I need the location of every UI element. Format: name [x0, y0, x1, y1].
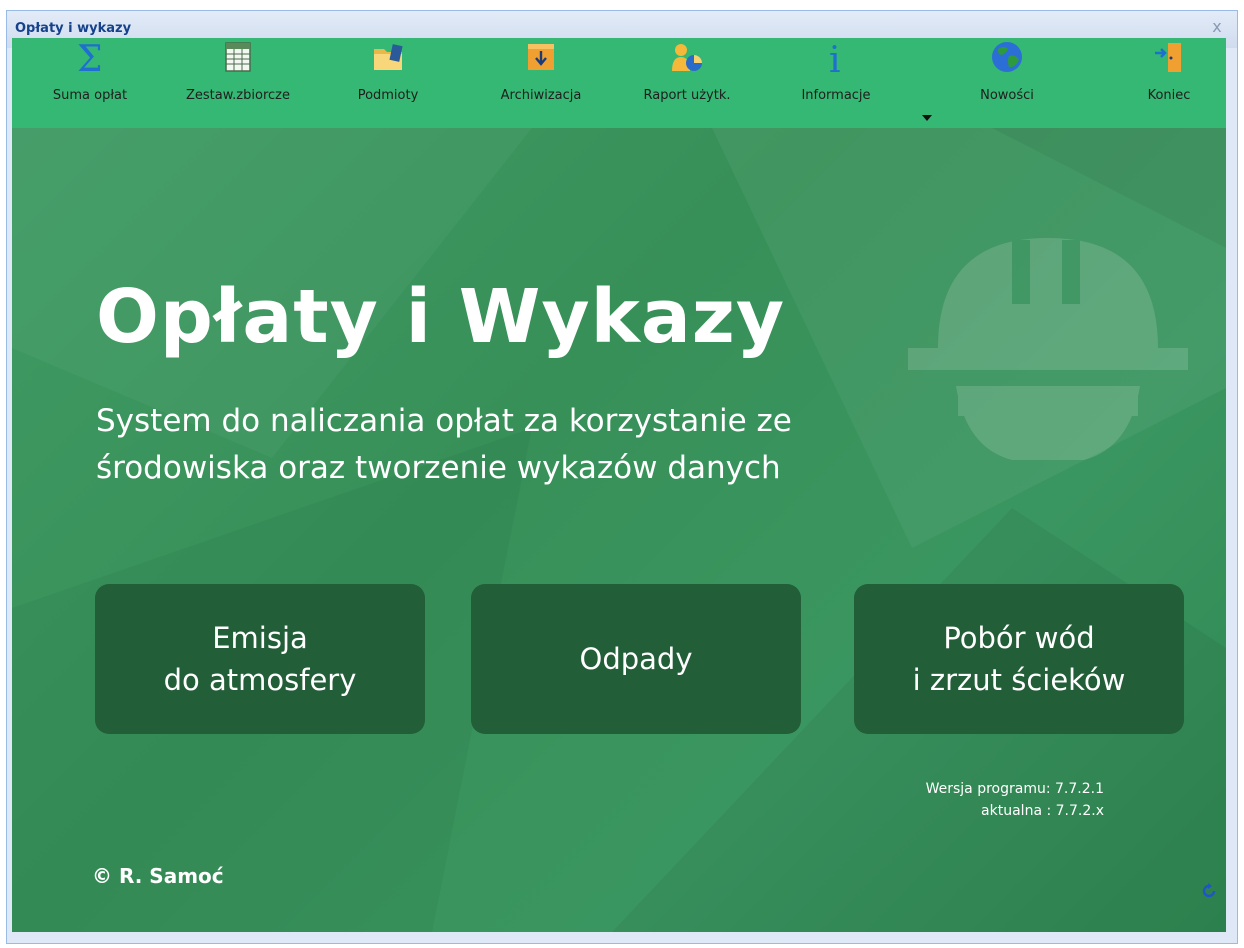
toolbar: Σ Suma opłat Zestaw.zbiorcze Podmioty Ar… — [12, 38, 1226, 128]
toolbar-label: Nowości — [980, 88, 1034, 103]
toolbar-button-nowosci[interactable]: Nowości — [957, 38, 1057, 128]
folder-icon — [371, 40, 405, 74]
main-panel: Opłaty i Wykazy System do naliczania opł… — [12, 128, 1226, 932]
table-icon — [221, 40, 255, 74]
toolbar-button-podmioty[interactable]: Podmioty — [338, 38, 438, 128]
window-title: Opłaty i wykazy — [15, 21, 132, 36]
sigma-icon: Σ — [73, 40, 107, 74]
toolbar-label: Koniec — [1147, 88, 1191, 103]
toolbar-button-suma-oplat[interactable]: Σ Suma opłat — [40, 38, 140, 128]
svg-text:Σ: Σ — [77, 40, 102, 74]
page-title: Opłaty i Wykazy — [96, 274, 786, 360]
version-info: Wersja programu: 7.7.2.1 aktualna : 7.7.… — [926, 778, 1104, 822]
page-subtitle: System do naliczania opłat za korzystani… — [96, 403, 792, 486]
pobor-wod-button[interactable]: Pobór wód i zrzut ścieków — [854, 584, 1184, 734]
current-version: aktualna : 7.7.2.x — [981, 803, 1104, 819]
program-version: Wersja programu: 7.7.2.1 — [925, 781, 1104, 797]
globe-icon — [990, 40, 1024, 74]
toolbar-label: Suma opłat — [52, 88, 128, 103]
toolbar-label: Informacje — [801, 88, 871, 103]
close-button[interactable]: x — [1207, 17, 1227, 37]
toolbar-button-archiwizacja[interactable]: Archiwizacja — [486, 38, 596, 128]
toolbar-button-informacje[interactable]: i Informacje — [786, 38, 886, 128]
toolbar-button-raport-uzytk[interactable]: Raport użytk. — [627, 38, 747, 128]
toolbar-label: Raport użytk. — [643, 88, 731, 103]
emisja-button-label: Emisja do atmosfery — [163, 621, 357, 697]
user-report-icon — [670, 40, 704, 74]
svg-text:i: i — [829, 40, 841, 74]
informacje-dropdown-arrow-icon[interactable] — [922, 115, 932, 121]
toolbar-label: Zestaw.zbiorcze — [186, 88, 290, 103]
odpady-button[interactable]: Odpady — [471, 584, 801, 734]
refresh-icon[interactable] — [1200, 882, 1218, 900]
pobor-wod-button-label: Pobór wód i zrzut ścieków — [912, 621, 1126, 697]
exit-door-icon — [1152, 40, 1186, 74]
toolbar-button-koniec[interactable]: Koniec — [1134, 38, 1204, 128]
toolbar-label: Podmioty — [357, 88, 419, 103]
emisja-button[interactable]: Emisja do atmosfery — [95, 584, 425, 734]
toolbar-button-zestaw-zbiorcze[interactable]: Zestaw.zbiorcze — [168, 38, 308, 128]
odpady-button-label: Odpady — [579, 642, 693, 676]
copyright: © R. Samoć — [92, 864, 224, 888]
archive-box-icon — [524, 40, 558, 74]
info-icon: i — [819, 40, 853, 74]
toolbar-label: Archiwizacja — [500, 88, 582, 103]
